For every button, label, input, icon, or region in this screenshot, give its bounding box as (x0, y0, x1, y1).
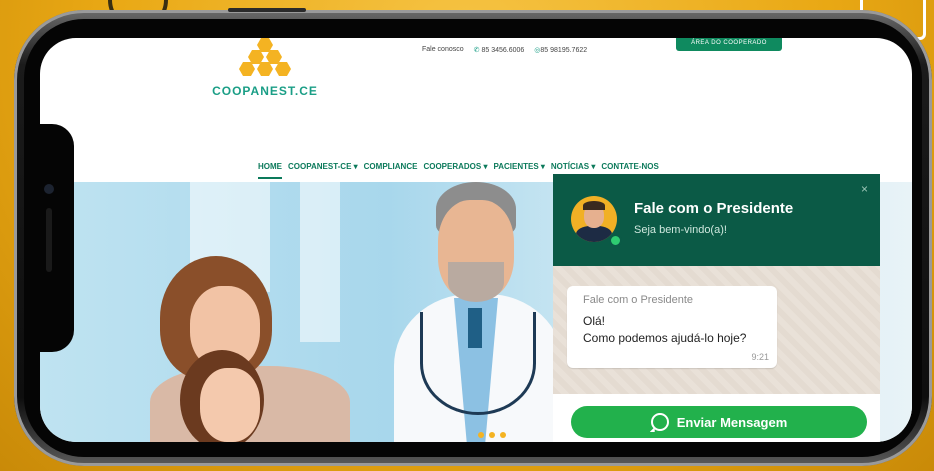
whatsapp-chat-widget: Fale com o Presidente Seja bem-vindo(a)!… (553, 174, 880, 442)
window-decoration (300, 182, 340, 342)
phone-number: 85 3456.6006 (481, 47, 525, 54)
girl-face (200, 368, 260, 442)
message-line-2: Como podemos ajudá-lo hoje? (583, 331, 747, 345)
chat-header: Fale com o Presidente Seja bem-vindo(a)!… (553, 174, 880, 266)
camera-icon (44, 184, 54, 194)
nav-item-pacientes[interactable]: PACIENTES ▾ (493, 162, 544, 179)
whatsapp-link[interactable]: ◎85 98195.7622 (534, 46, 587, 54)
message-time: 9:21 (751, 352, 769, 362)
online-status-icon (609, 234, 622, 247)
whatsapp-icon (650, 413, 669, 431)
whatsapp-number: 85 98195.7622 (540, 47, 588, 54)
nav-item-compliance[interactable]: COMPLIANCE (364, 162, 418, 179)
coopanest-logo[interactable]: COOPANEST.CE (210, 38, 320, 108)
honeycomb-icon (266, 50, 282, 64)
phone-side-button (228, 8, 306, 12)
chat-footer: Enviar Mensagem (553, 394, 880, 442)
send-message-button[interactable]: Enviar Mensagem (571, 406, 867, 438)
chat-title: Fale com o Presidente (634, 200, 794, 217)
honeycomb-icon (257, 62, 273, 76)
contact-label: Fale conosco (422, 46, 464, 53)
doctor-beard (448, 262, 504, 302)
close-icon[interactable]: × (861, 182, 868, 196)
stethoscope-icon (420, 312, 536, 415)
chat-subtitle: Seja bem-vindo(a)! (634, 224, 727, 236)
nav-item-cooperados[interactable]: COOPERADOS ▾ (423, 162, 487, 179)
nav-item-coopanest[interactable]: COOPANEST-CE ▾ (288, 162, 358, 179)
phone-screen: COOPANEST.CE Fale conosco ✆ 85 3456.6006… (40, 38, 912, 442)
honeycomb-icon (239, 62, 255, 76)
logo-text: COOPANEST.CE (212, 84, 318, 98)
message-line-1: Olá! (583, 314, 606, 328)
phone-icon: ✆ (473, 47, 480, 54)
speaker-grille (46, 208, 52, 272)
honeycomb-icon (257, 38, 273, 52)
nav-item-home[interactable]: HOME (258, 162, 282, 179)
honeycomb-icon (248, 50, 264, 64)
phone-notch (30, 124, 74, 352)
chat-messages: Fale com o Presidente Olá! Como podemos … (553, 266, 880, 394)
honeycomb-icon (275, 62, 291, 76)
phone-link[interactable]: ✆ 85 3456.6006 (474, 46, 525, 54)
message-sender: Fale com o Presidente (583, 294, 694, 306)
carousel-dots[interactable] (478, 432, 506, 438)
contact-bar: Fale conosco ✆ 85 3456.6006 ◎85 98195.76… (422, 46, 587, 54)
message-bubble: Fale com o Presidente Olá! Como podemos … (567, 286, 777, 368)
send-message-label: Enviar Mensagem (676, 414, 788, 430)
area-do-cooperado-button[interactable]: ÁREA DO COOPERADO (676, 38, 782, 51)
